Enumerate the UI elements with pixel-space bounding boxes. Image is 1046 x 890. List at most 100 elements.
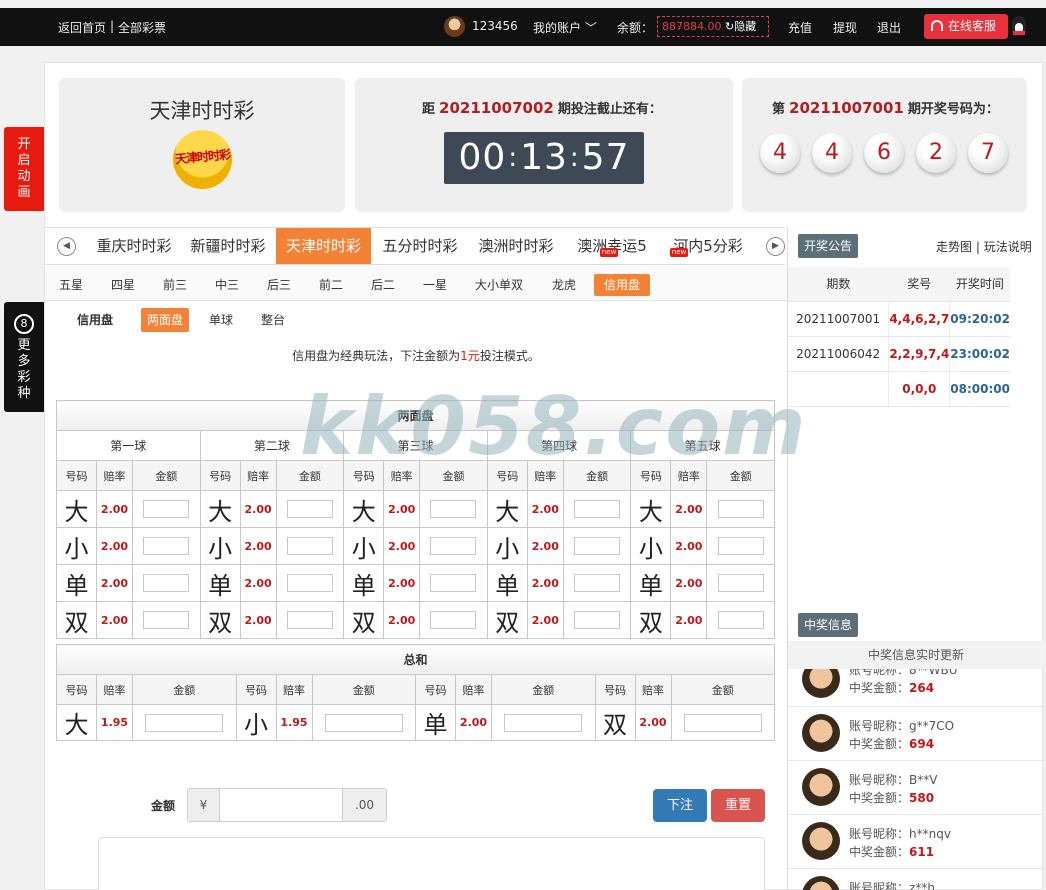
single-ball-button[interactable]: 单球 <box>203 308 239 332</box>
refresh-icon[interactable]: ↻ <box>725 20 734 33</box>
tab-australia-ssc[interactable]: 澳洲时时彩 <box>470 228 562 264</box>
winner-amount: 580 <box>909 791 935 805</box>
whole-button[interactable]: 整台 <box>255 308 291 332</box>
reset-button[interactable]: 重置 <box>711 789 765 822</box>
subtab-front2[interactable]: 前二 <box>313 274 349 296</box>
draw-notice-button[interactable]: 开奖公告 <box>798 234 859 258</box>
bet-amount-input[interactable] <box>143 574 190 592</box>
sum-odds: 1.95 <box>96 704 133 741</box>
bet-amount-input[interactable] <box>430 611 477 629</box>
subtab-back2[interactable]: 后二 <box>365 274 401 296</box>
bet-amount-input[interactable] <box>143 611 190 629</box>
tab-five-minute[interactable]: 五分时时彩 <box>374 228 466 264</box>
column-header: 金额 <box>491 674 596 705</box>
my-account-menu[interactable]: 我的账户 ﹀ <box>533 19 597 36</box>
deposit-link[interactable]: 充值 <box>788 19 812 36</box>
watermark: kk058.com <box>300 380 808 473</box>
more-lotteries-button[interactable]: 8 更多彩种 <box>4 302 44 412</box>
column-header: 赔率 <box>239 460 277 491</box>
subtab-back3[interactable]: 后三 <box>261 274 297 296</box>
bet-amount-input[interactable] <box>286 574 333 592</box>
bet-amount-input[interactable] <box>286 611 333 629</box>
bet-amount-cell <box>132 601 201 639</box>
bet-number: 单 <box>199 564 241 602</box>
bet-amount-input[interactable] <box>717 500 764 518</box>
bet-amount-input[interactable] <box>286 500 333 518</box>
bet-amount-input[interactable] <box>574 500 621 518</box>
tab-xinjiang[interactable]: 新疆时时彩 <box>182 228 274 264</box>
subtab-4star[interactable]: 四星 <box>105 274 141 296</box>
withdraw-link[interactable]: 提现 <box>833 19 857 36</box>
right-panel: 开奖公告 走势图 | 玩法说明 期数 奖号 开奖时间 20211007001 4,4,… <box>787 227 1044 890</box>
sum-amount-input[interactable] <box>504 713 583 732</box>
column-header: 赔率 <box>96 674 133 705</box>
column-header: 赔率 <box>634 674 672 705</box>
bet-amount-cell <box>419 527 488 565</box>
bet-amount-input[interactable] <box>430 537 477 555</box>
tab-australia-lucky5[interactable]: 澳洲幸运5 new <box>566 228 658 264</box>
sum-amount-input[interactable] <box>145 713 224 732</box>
user-avatar[interactable] <box>444 16 465 37</box>
bet-odds: 2.00 <box>383 601 421 639</box>
online-service-button[interactable]: 在线客服 <box>924 14 1008 39</box>
trend-chart-link[interactable]: 走势图 <box>936 240 972 254</box>
subtab-front3[interactable]: 前三 <box>157 274 193 296</box>
bet-amount-input[interactable] <box>717 611 764 629</box>
bet-amount-cell <box>706 601 775 639</box>
bet-amount-input[interactable] <box>286 537 333 555</box>
bet-number: 小 <box>630 527 672 565</box>
balance-label: 余额： <box>617 21 654 35</box>
bet-amount-input[interactable] <box>220 789 342 821</box>
result-text: 第 20211007001 期开奖号码为： <box>772 98 999 117</box>
top-separator: | <box>110 19 115 33</box>
bet-odds: 2.00 <box>96 527 133 565</box>
right-links-separator: | <box>975 240 980 254</box>
subtab-dragon-tiger[interactable]: 龙虎 <box>543 274 585 296</box>
bet-amount-input[interactable] <box>143 500 190 518</box>
bet-amount-input[interactable] <box>430 574 477 592</box>
tabs-prev-icon[interactable]: ◀ <box>57 237 76 256</box>
tabs-next-icon[interactable]: ▶ <box>766 237 785 256</box>
winner-item: 账号昵称：h**nqv 中奖金额：611 <box>788 815 1044 869</box>
bet-amount-input[interactable] <box>717 574 764 592</box>
sum-amount-input[interactable] <box>683 713 762 732</box>
hide-balance-button[interactable]: 隐藏 <box>734 20 756 33</box>
bet-amount-input[interactable] <box>717 537 764 555</box>
rules-link[interactable]: 玩法说明 <box>984 240 1032 254</box>
lottery-logo: 天津时时彩 <box>173 130 232 189</box>
bet-amount-input[interactable] <box>574 611 621 629</box>
subtab-big-small-odd-even[interactable]: 大小单双 <box>469 274 529 296</box>
column-header: 金额 <box>311 674 416 705</box>
submit-bet-button[interactable]: 下注 <box>653 789 707 822</box>
lottery-name: 天津时时彩 <box>149 99 255 123</box>
home-link[interactable]: 返回首页 <box>58 19 106 36</box>
winners-button[interactable]: 中奖信息 <box>798 613 859 637</box>
note-unit: 1元 <box>460 349 480 363</box>
bet-amount-cell <box>562 527 632 565</box>
credit-play-title: 信用盘 <box>76 313 113 327</box>
bet-amount-cell <box>562 601 632 639</box>
qq-penguin-icon[interactable] <box>1012 16 1026 36</box>
subtab-5star[interactable]: 五星 <box>53 274 89 296</box>
sum-amount-input[interactable] <box>324 713 403 732</box>
bet-amount-input[interactable] <box>430 500 477 518</box>
tab-chongqing[interactable]: 重庆时时彩 <box>88 228 180 264</box>
bet-odds: 2.00 <box>670 601 708 639</box>
all-lottery-link[interactable]: 全部彩票 <box>118 19 166 36</box>
toggle-animation-button[interactable]: 开启动画 <box>4 127 44 211</box>
two-sided-button[interactable]: 两面盘 <box>141 308 189 332</box>
bet-amount-input[interactable] <box>574 574 621 592</box>
tab-hanoi[interactable]: 河内5分彩 new <box>662 228 754 264</box>
winner-name: B**V <box>909 773 938 787</box>
subtab-mid3[interactable]: 中三 <box>209 274 245 296</box>
result-time-cell: 09:20:02 <box>949 301 1010 337</box>
subtab-credit[interactable]: 信用盘 <box>594 274 650 296</box>
tab-tianjin[interactable]: 天津时时彩 <box>276 228 371 264</box>
subtab-1star[interactable]: 一星 <box>417 274 453 296</box>
bet-amount-input[interactable] <box>143 537 190 555</box>
bet-amount-input[interactable] <box>574 537 621 555</box>
sum-number: 双 <box>594 704 636 741</box>
bet-number: 大 <box>486 490 528 528</box>
logout-link[interactable]: 退出 <box>877 19 901 36</box>
bet-amount-cell <box>132 490 201 528</box>
